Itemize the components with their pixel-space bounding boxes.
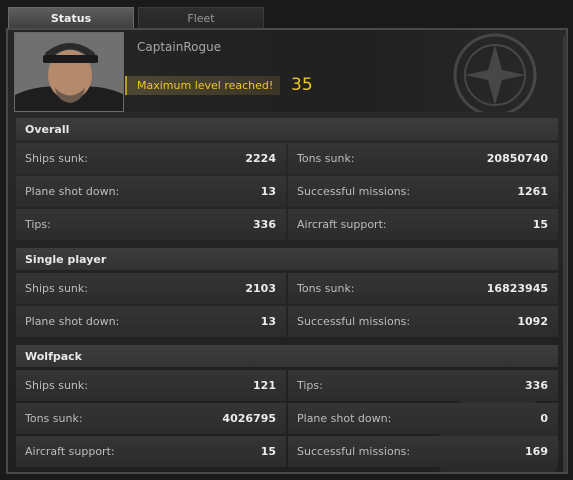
stat-label: Plane shot down:: [297, 412, 392, 425]
section-single-player-header: Single player: [16, 248, 558, 270]
stat-label: Plane shot down:: [25, 185, 120, 198]
stat-row: Plane shot down: 0: [288, 403, 558, 434]
stat-value: 13: [260, 315, 276, 328]
stat-row: Tips: 336: [288, 370, 558, 401]
stat-value: 13: [260, 185, 276, 198]
stat-label: Tons sunk:: [25, 412, 83, 425]
stat-row: Ships sunk: 121: [16, 370, 286, 401]
stat-row: Tons sunk: 16823945: [288, 273, 558, 304]
level-status-text: Maximum level reached!: [137, 79, 274, 92]
stat-value: 4026795: [222, 412, 276, 425]
player-name: CaptainRogue: [137, 40, 222, 54]
stat-label: Aircraft support:: [25, 445, 115, 458]
scrollbar[interactable]: [563, 36, 567, 472]
stat-row: Plane shot down: 13: [16, 176, 286, 207]
stat-label: Tons sunk:: [297, 282, 355, 295]
stat-row: Plane shot down: 13: [16, 306, 286, 337]
stat-value: 336: [525, 379, 548, 392]
stat-row: Ships sunk: 2103: [16, 273, 286, 304]
stat-row: Tips: 336: [16, 209, 286, 240]
captain-portrait-icon: [15, 33, 123, 111]
stat-row: Ships sunk: 2224: [16, 143, 286, 174]
stat-row: Aircraft support: 15: [288, 209, 558, 240]
stat-value: 0: [540, 412, 548, 425]
stat-value: 1261: [517, 185, 548, 198]
stat-value: 2224: [245, 152, 276, 165]
stat-row: Successful missions: 169: [288, 436, 558, 467]
stat-value: 15: [260, 445, 276, 458]
section-wolfpack-header: Wolfpack: [16, 345, 558, 367]
stat-label: Successful missions:: [297, 185, 411, 198]
stat-label: Ships sunk:: [25, 379, 88, 392]
stat-label: Tons sunk:: [297, 152, 355, 165]
player-level: 35: [291, 75, 313, 95]
stat-value: 336: [253, 218, 276, 231]
tab-status[interactable]: Status: [8, 7, 134, 28]
level-status-bar: Maximum level reached!: [125, 76, 280, 95]
stat-label: Plane shot down:: [25, 315, 120, 328]
stat-value: 2103: [245, 282, 276, 295]
stat-row: Successful missions: 1261: [288, 176, 558, 207]
stat-label: Tips:: [25, 218, 51, 231]
tab-fleet[interactable]: Fleet: [138, 7, 264, 28]
stat-label: Ships sunk:: [25, 152, 88, 165]
stat-row: Tons sunk: 4026795: [16, 403, 286, 434]
stat-label: Successful missions:: [297, 445, 411, 458]
stat-label: Tips:: [297, 379, 323, 392]
stat-value: 16823945: [486, 282, 548, 295]
stat-row: Tons sunk: 20850740: [288, 143, 558, 174]
stat-row: Aircraft support: 15: [16, 436, 286, 467]
stat-value: 15: [532, 218, 548, 231]
stat-label: Successful missions:: [297, 315, 411, 328]
stat-value: 169: [525, 445, 548, 458]
stat-value: 1092: [517, 315, 548, 328]
avatar: [14, 32, 124, 112]
stat-row: Successful missions: 1092: [288, 306, 558, 337]
stat-label: Aircraft support:: [297, 218, 387, 231]
emblem-icon: [453, 33, 537, 112]
stat-value: 121: [253, 379, 276, 392]
section-overall-header: Overall: [16, 118, 558, 140]
stat-value: 20850740: [486, 152, 548, 165]
stat-label: Ships sunk:: [25, 282, 88, 295]
